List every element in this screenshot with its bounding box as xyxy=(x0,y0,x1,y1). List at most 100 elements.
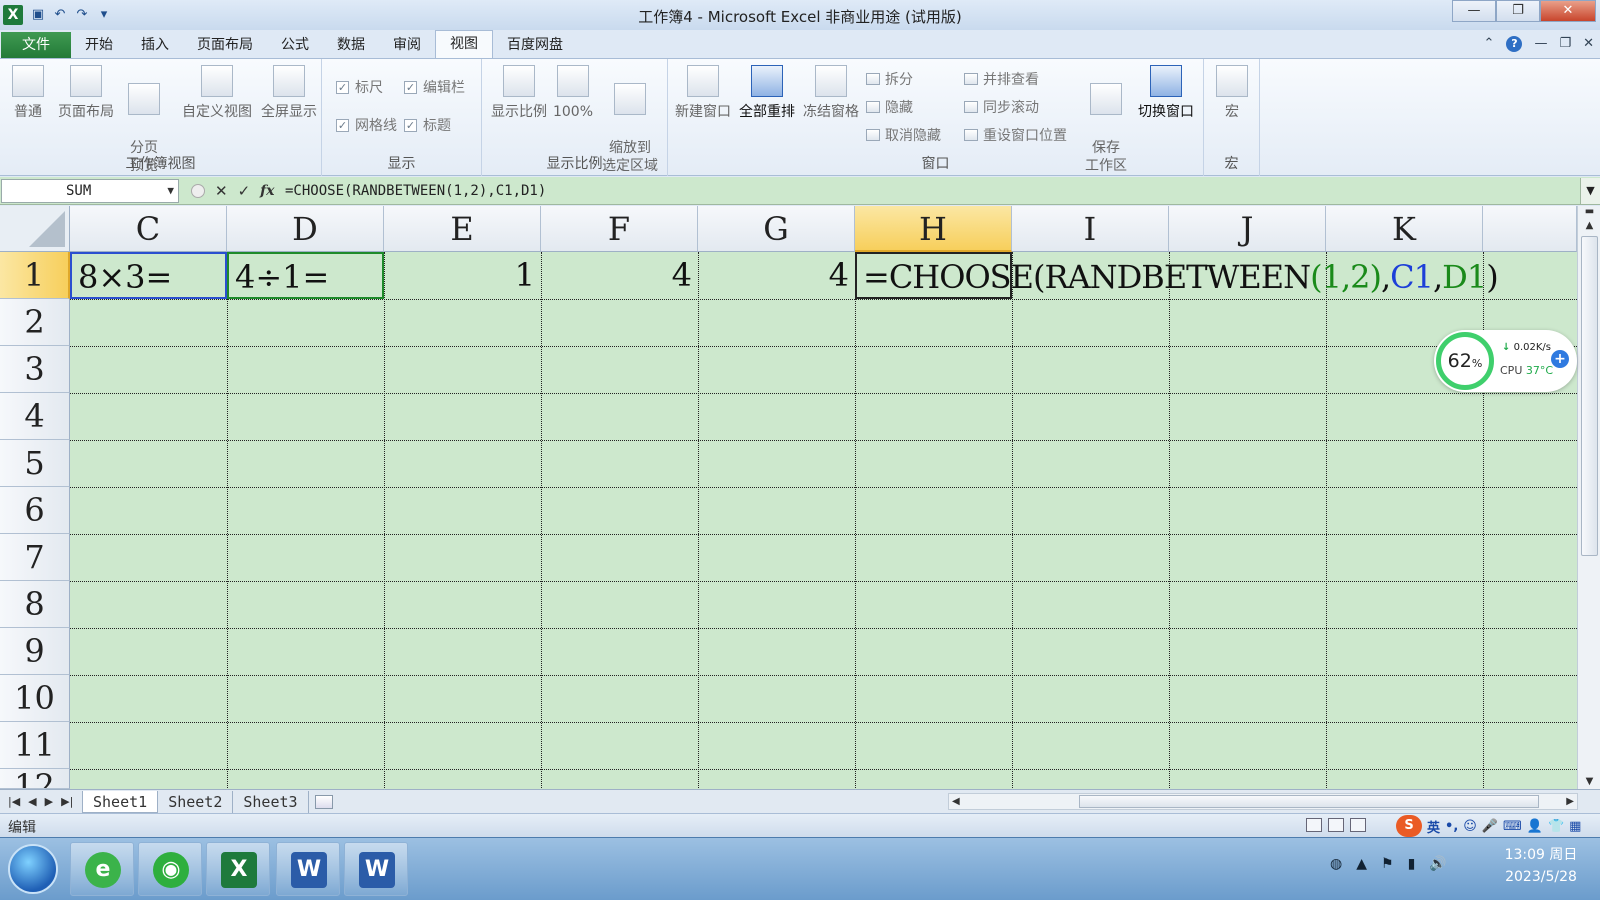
zoom-button[interactable]: 显示比例 xyxy=(488,65,550,121)
normal-view-icon[interactable] xyxy=(1306,818,1322,832)
punctuation-icon[interactable]: •, xyxy=(1445,819,1458,834)
tab-home[interactable]: 开始 xyxy=(71,32,127,58)
column-header-e[interactable]: E xyxy=(384,206,541,252)
row-header-12[interactable]: 12 xyxy=(0,769,70,789)
scroll-up-icon[interactable]: ▲ xyxy=(1578,220,1600,231)
ruler-checkbox[interactable]: ✓ 标尺 xyxy=(336,77,383,97)
page-layout-view-button[interactable]: 页面布局 xyxy=(54,65,118,121)
user-icon[interactable]: 👤 xyxy=(1527,819,1543,834)
custom-views-button[interactable]: 自定义视图 xyxy=(178,65,256,121)
arrange-all-button[interactable]: 全部重排 xyxy=(736,65,798,121)
first-sheet-icon[interactable]: |◀ xyxy=(8,795,20,808)
system-monitor-widget[interactable]: 62% ↓ 0.02K/s CPU 37°C + xyxy=(1434,330,1577,392)
column-header-k[interactable]: K xyxy=(1326,206,1483,252)
cell-c1[interactable]: 8×3= xyxy=(70,252,227,299)
row-header-7[interactable]: 7 xyxy=(0,534,70,581)
full-screen-button[interactable]: 全屏显示 xyxy=(258,65,320,121)
restore-button[interactable]: ❐ xyxy=(1496,0,1540,22)
enter-check-icon[interactable]: ✓ xyxy=(238,182,251,200)
cell-g1[interactable]: 4 xyxy=(698,252,855,299)
network-tray-icon[interactable]: ◍ xyxy=(1330,856,1342,872)
switch-windows-button[interactable]: 切换窗口 xyxy=(1134,65,1198,121)
tab-file[interactable]: 文件 xyxy=(1,32,71,58)
cell-e1[interactable]: 1 xyxy=(384,252,541,299)
row-header-6[interactable]: 6 xyxy=(0,487,70,534)
row-header-3[interactable]: 3 xyxy=(0,346,70,393)
save-icon[interactable]: ▣ xyxy=(29,6,47,24)
minimize-ribbon-icon[interactable]: ⌃ xyxy=(1484,36,1495,52)
freeze-panes-button[interactable]: 冻结窗格 xyxy=(800,65,862,121)
scroll-right-icon[interactable]: ▶ xyxy=(1566,794,1574,809)
volume-icon[interactable]: 🔊 xyxy=(1429,856,1446,872)
taskbar-ie[interactable]: e xyxy=(70,842,134,896)
column-header-h[interactable]: H xyxy=(855,206,1012,252)
emoji-icon[interactable]: ☺ xyxy=(1463,819,1477,834)
sheet-tab-sheet2[interactable]: Sheet2 xyxy=(158,790,234,813)
sogou-ime-icon[interactable]: S xyxy=(1396,815,1422,837)
taskbar-word-2[interactable]: W xyxy=(344,842,408,896)
tab-view[interactable]: 视图 xyxy=(435,30,493,58)
plus-icon[interactable]: + xyxy=(1551,350,1569,368)
insert-function-icon[interactable]: fx xyxy=(260,183,274,199)
cell-h1-editing[interactable]: =CHOOSE(RANDBETWEEN(1,2),C1,D1) xyxy=(855,252,1499,299)
column-header-d[interactable]: D xyxy=(227,206,384,252)
clock[interactable]: 13:09 周日 2023/5/28 xyxy=(1486,844,1596,888)
name-box[interactable]: SUM ▼ xyxy=(1,178,179,203)
horizontal-scrollbar[interactable]: ◀ ▶ xyxy=(948,793,1578,810)
chevron-down-icon[interactable]: ▼ xyxy=(167,180,174,202)
column-header-f[interactable]: F xyxy=(541,206,698,252)
formula-input[interactable]: =CHOOSE(RANDBETWEEN(1,2),C1,D1) xyxy=(281,178,1580,204)
redo-icon[interactable]: ↷ xyxy=(73,6,91,24)
ime-language[interactable]: 英 xyxy=(1427,817,1440,836)
taskbar-word-1[interactable]: W xyxy=(276,842,340,896)
doc-minimize-icon[interactable]: — xyxy=(1534,36,1547,52)
sheet-tab-sheet3[interactable]: Sheet3 xyxy=(233,790,309,813)
column-header-l[interactable] xyxy=(1483,206,1577,252)
normal-view-button[interactable]: 普通 xyxy=(8,65,48,121)
expand-formula-bar-icon[interactable]: ▼ xyxy=(1580,177,1600,204)
tab-data[interactable]: 数据 xyxy=(323,32,379,58)
row-header-1[interactable]: 1 xyxy=(0,252,70,299)
row-header-11[interactable]: 11 xyxy=(0,722,70,769)
vertical-scroll-thumb[interactable] xyxy=(1581,236,1598,556)
insert-sheet-icon[interactable] xyxy=(314,794,333,809)
row-header-8[interactable]: 8 xyxy=(0,581,70,628)
help-icon[interactable]: ? xyxy=(1506,36,1523,52)
minimize-button[interactable]: — xyxy=(1452,0,1496,22)
toolbox-icon[interactable]: ▦ xyxy=(1569,819,1581,834)
row-header-10[interactable]: 10 xyxy=(0,675,70,722)
action-center-icon[interactable]: ⚑ xyxy=(1381,856,1394,872)
split-button[interactable]: 拆分 xyxy=(866,69,913,89)
column-header-j[interactable]: J xyxy=(1169,206,1326,252)
new-window-button[interactable]: 新建窗口 xyxy=(672,65,734,121)
macros-button[interactable]: 宏 xyxy=(1212,65,1252,121)
skin-icon[interactable]: 👕 xyxy=(1548,819,1564,834)
doc-close-icon[interactable]: ✕ xyxy=(1583,36,1594,52)
formula-bar-checkbox[interactable]: ✓ 编辑栏 xyxy=(404,77,465,97)
split-handle-icon[interactable]: ▬ xyxy=(1578,206,1600,217)
view-side-by-side-button[interactable]: 并排查看 xyxy=(964,69,1039,89)
zoom-100-button[interactable]: 100% xyxy=(552,65,594,121)
doc-restore-icon[interactable]: ❐ xyxy=(1559,36,1571,52)
headings-checkbox[interactable]: ✓ 标题 xyxy=(404,115,451,135)
horizontal-scroll-thumb[interactable] xyxy=(1079,795,1539,808)
keyboard-icon[interactable]: ⌨ xyxy=(1503,819,1522,834)
show-hidden-icons[interactable]: ▲ xyxy=(1356,856,1367,872)
close-button[interactable]: ✕ xyxy=(1540,0,1596,22)
taskbar-excel[interactable]: X xyxy=(206,842,270,896)
scroll-left-icon[interactable]: ◀ xyxy=(952,794,960,809)
tab-formulas[interactable]: 公式 xyxy=(267,32,323,58)
page-layout-icon[interactable] xyxy=(1328,818,1344,832)
taskbar-wifi-app[interactable]: ◉ xyxy=(138,842,202,896)
signal-icon[interactable]: ▮ xyxy=(1408,856,1416,872)
tab-review[interactable]: 审阅 xyxy=(379,32,435,58)
excel-app-icon[interactable]: X xyxy=(3,5,23,25)
prev-sheet-icon[interactable]: ◀ xyxy=(28,795,36,808)
column-header-c[interactable]: C xyxy=(70,206,227,252)
sync-scroll-button[interactable]: 同步滚动 xyxy=(964,97,1039,117)
row-header-4[interactable]: 4 xyxy=(0,393,70,440)
select-all-corner[interactable] xyxy=(0,206,70,252)
tab-baidu-netdisk[interactable]: 百度网盘 xyxy=(493,32,577,58)
scroll-down-icon[interactable]: ▼ xyxy=(1578,776,1600,787)
tab-insert[interactable]: 插入 xyxy=(127,32,183,58)
